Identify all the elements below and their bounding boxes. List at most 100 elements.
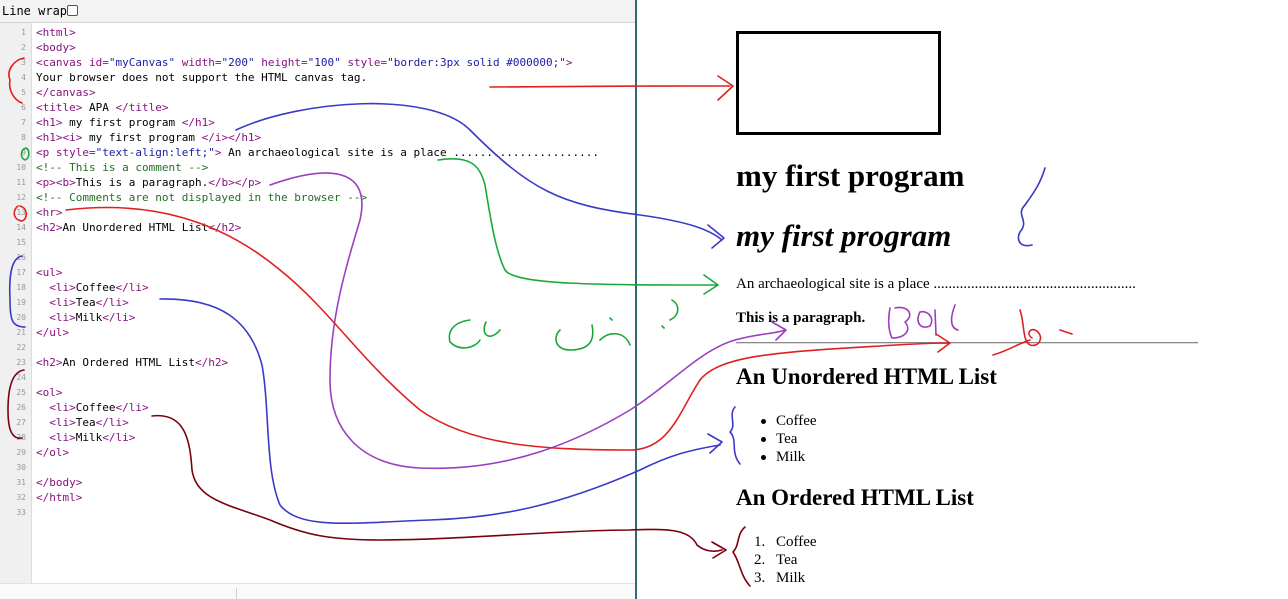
- line-number: 16: [16, 253, 26, 262]
- code-line[interactable]: 8 <h1><i> my first program </i></h1>: [0, 130, 636, 145]
- code-line[interactable]: 29 </ol>: [0, 445, 636, 460]
- line-number: 1: [21, 28, 26, 37]
- list-item: 2. Tea: [754, 552, 798, 568]
- line-number: 19: [16, 298, 26, 307]
- line-wrap-label: Line wrap: [2, 4, 68, 18]
- line-number: 33: [16, 508, 26, 517]
- preview-unordered-heading: An Unordered HTML List: [736, 364, 997, 389]
- code-line[interactable]: 23 <h2>An Ordered HTML List</h2>: [0, 355, 636, 370]
- code-text: <p style="text-align:left;"> An archaeol…: [36, 146, 599, 159]
- code-line[interactable]: 5 </canvas>: [0, 85, 636, 100]
- preview-heading-1-italic: my first program: [736, 218, 952, 253]
- preview-unordered-list: Coffee Tea Milk: [757, 412, 817, 466]
- code-text: <html>: [36, 26, 76, 39]
- line-number: 7: [21, 118, 26, 127]
- code-line[interactable]: 3 <canvas id="myCanvas" width="200" heigh…: [0, 55, 636, 70]
- code-text: <li>Coffee</li>: [49, 281, 149, 294]
- code-text: <body>: [36, 41, 76, 54]
- line-number: 2: [21, 43, 26, 52]
- code-line[interactable]: 21 </ul>: [0, 325, 636, 340]
- line-number: 25: [16, 388, 26, 397]
- code-line[interactable]: 15: [0, 235, 636, 250]
- line-wrap-checkbox[interactable]: [67, 5, 78, 16]
- line-number: 17: [16, 268, 26, 277]
- code-text: <li>Coffee</li>: [49, 401, 149, 414]
- code-text: <h1><i> my first program </i></h1>: [36, 131, 262, 144]
- code-text: <!-- Comments are not displayed in the b…: [36, 191, 368, 204]
- code-text: <li>Tea</li>: [49, 416, 129, 429]
- code-line[interactable]: 26 <li>Coffee</li>: [0, 400, 636, 415]
- code-line[interactable]: 25 <ol>: [0, 385, 636, 400]
- horizontal-scrollbar[interactable]: [0, 583, 636, 599]
- code-line[interactable]: 4 Your browser does not support the HTML …: [0, 70, 636, 85]
- code-line[interactable]: 19 <li>Tea</li>: [0, 295, 636, 310]
- list-item: Milk: [757, 448, 817, 466]
- line-number: 28: [16, 433, 26, 442]
- preview-heading-1: my first program: [736, 158, 965, 193]
- code-text: Your browser does not support the HTML c…: [36, 71, 368, 84]
- line-number: 22: [16, 343, 26, 352]
- code-line[interactable]: 11 <p><b>This is a paragraph.</b></p>: [0, 175, 636, 190]
- code-line[interactable]: 9 <p style="text-align:left;"> An archaeo…: [0, 145, 636, 160]
- code-text: <title> APA </title>: [36, 101, 169, 114]
- line-number: 14: [16, 223, 26, 232]
- editor-toolbar: Line wrap: [0, 0, 636, 23]
- code-line[interactable]: 18 <li>Coffee</li>: [0, 280, 636, 295]
- line-number: 23: [16, 358, 26, 367]
- code-text: <ol>: [36, 386, 63, 399]
- line-number: 4: [21, 73, 26, 82]
- code-text: <h2>An Unordered HTML List</h2>: [36, 221, 242, 234]
- line-number: 10: [16, 163, 26, 172]
- line-number: 24: [16, 373, 26, 382]
- list-item: 1. Coffee: [754, 534, 817, 550]
- code-text: <li>Milk</li>: [49, 311, 136, 324]
- code-line[interactable]: 10 <!-- This is a comment -->: [0, 160, 636, 175]
- line-number: 21: [16, 328, 26, 337]
- canvas-element: [736, 31, 941, 135]
- result-preview-pane: my first program my first program An arc…: [637, 0, 1288, 599]
- preview-ordered-list: 1. Coffee 2. Tea 3. Milk: [754, 533, 817, 587]
- code-line[interactable]: 24: [0, 370, 636, 385]
- code-line[interactable]: 12 <!-- Comments are not displayed in the…: [0, 190, 636, 205]
- code-line[interactable]: 6 <title> APA </title>: [0, 100, 636, 115]
- preview-paragraph: An archaeological site is a place ......…: [736, 276, 1136, 292]
- code-text: <hr>: [36, 206, 63, 219]
- code-line[interactable]: 32 </html>: [0, 490, 636, 505]
- preview-ordered-heading: An Ordered HTML List: [736, 485, 974, 510]
- code-line[interactable]: 1 <html>: [0, 25, 636, 40]
- code-text: </ul>: [36, 326, 70, 339]
- code-line[interactable]: 30: [0, 460, 636, 475]
- list-item: Tea: [757, 430, 817, 448]
- code-line[interactable]: 31 </body>: [0, 475, 636, 490]
- code-text: <canvas id="myCanvas" width="200" height…: [36, 56, 573, 69]
- line-number: 12: [16, 193, 26, 202]
- code-line[interactable]: 14 <h2>An Unordered HTML List</h2>: [0, 220, 636, 235]
- code-text: <h2>An Ordered HTML List</h2>: [36, 356, 229, 369]
- code-text: </canvas>: [36, 86, 96, 99]
- preview-bold-paragraph: This is a paragraph.: [736, 310, 866, 326]
- code-line[interactable]: 2 <body>: [0, 40, 636, 55]
- code-line[interactable]: 13 <hr>: [0, 205, 636, 220]
- code-line[interactable]: 16: [0, 250, 636, 265]
- line-number: 32: [16, 493, 26, 502]
- line-number: 26: [16, 403, 26, 412]
- code-line[interactable]: 20 <li>Milk</li>: [0, 310, 636, 325]
- code-line[interactable]: 28 <li>Milk</li>: [0, 430, 636, 445]
- code-text-area[interactable]: 1 <html> 2 <body> 3 <canvas id="myCanvas" wid…: [0, 25, 636, 517]
- code-text: <h1> my first program </h1>: [36, 116, 215, 129]
- code-line[interactable]: 27 <li>Tea</li>: [0, 415, 636, 430]
- line-number: 11: [16, 178, 26, 187]
- code-line[interactable]: 17 <ul>: [0, 265, 636, 280]
- code-editor-pane[interactable]: Line wrap 1 <html> 2 <body> 3 <canvas id="myC…: [0, 0, 636, 599]
- code-text: <li>Tea</li>: [49, 296, 129, 309]
- code-line[interactable]: 22: [0, 340, 636, 355]
- line-number: 30: [16, 463, 26, 472]
- line-number: 3: [21, 58, 26, 67]
- line-number: 20: [16, 313, 26, 322]
- code-line[interactable]: 33: [0, 505, 636, 520]
- line-number: 15: [16, 238, 26, 247]
- code-text: <!-- This is a comment -->: [36, 161, 209, 174]
- code-line[interactable]: 7 <h1> my first program </h1>: [0, 115, 636, 130]
- line-number: 18: [16, 283, 26, 292]
- code-text: </ol>: [36, 446, 70, 459]
